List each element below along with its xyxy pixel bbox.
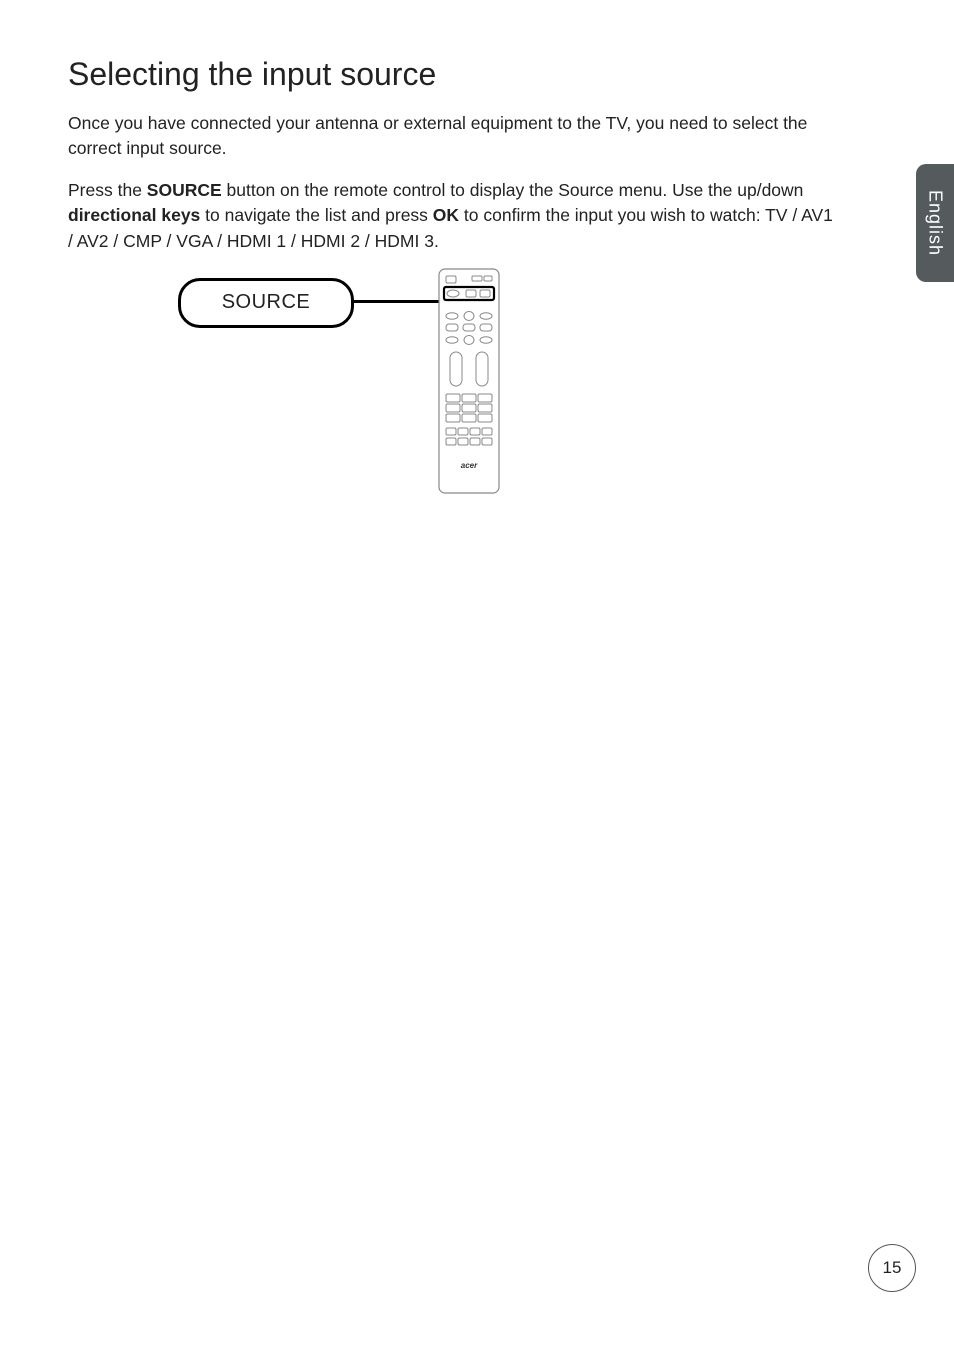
remote-control-icon: acer bbox=[438, 268, 500, 494]
illustration-area: SOURCE bbox=[68, 270, 894, 510]
page-number: 15 bbox=[868, 1244, 916, 1292]
instr-text-a: Press the bbox=[68, 180, 147, 200]
directional-keys-keyword: directional keys bbox=[68, 205, 200, 225]
source-keyword: SOURCE bbox=[147, 180, 222, 200]
instr-text-c: to navigate the list and press bbox=[200, 205, 433, 225]
intro-paragraph: Once you have connected your antenna or … bbox=[68, 111, 838, 162]
instruction-paragraph: Press the SOURCE button on the remote co… bbox=[68, 178, 838, 254]
callout-connector-line bbox=[351, 300, 451, 303]
page-title: Selecting the input source bbox=[68, 56, 894, 93]
remote-brand-label: acer bbox=[461, 461, 478, 470]
source-callout-label: SOURCE bbox=[178, 278, 354, 328]
language-label: English bbox=[925, 190, 946, 256]
language-side-tab: English bbox=[916, 164, 954, 282]
instr-text-b: button on the remote control to display … bbox=[222, 180, 804, 200]
ok-keyword: OK bbox=[433, 205, 459, 225]
